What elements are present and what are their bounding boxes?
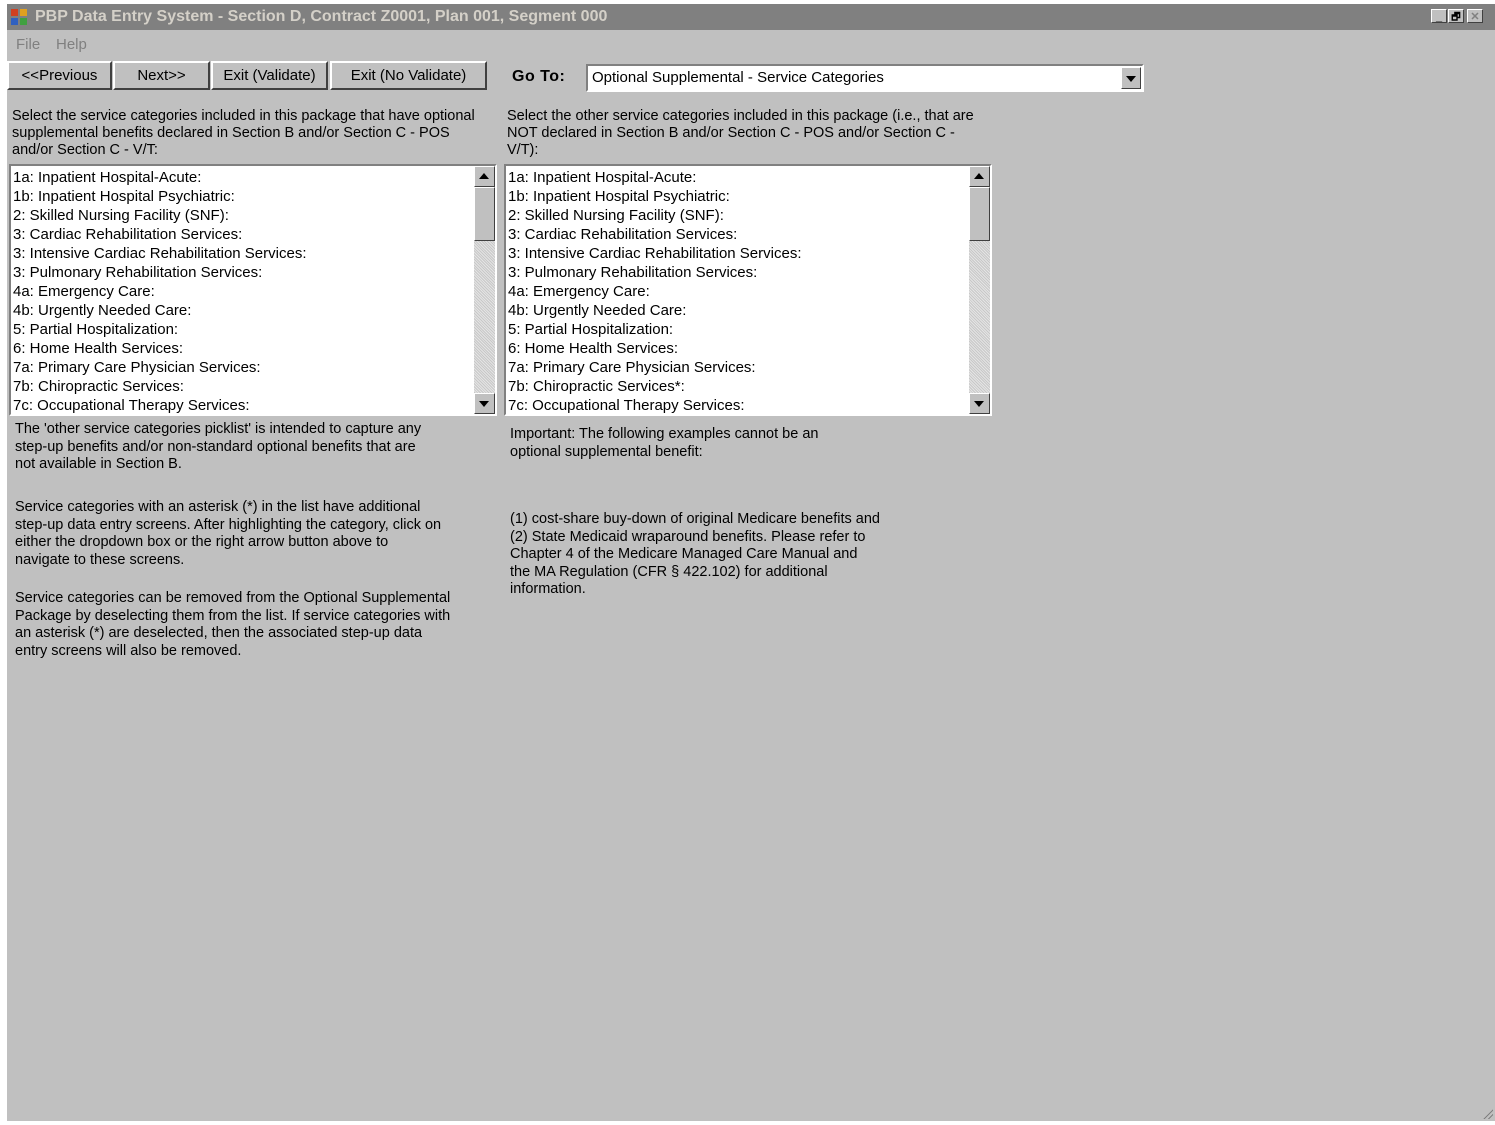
next-button[interactable]: Next>> <box>113 61 210 90</box>
right-instruction: Select the other service categories incl… <box>507 108 974 158</box>
scroll-thumb[interactable] <box>969 187 990 241</box>
chevron-down-icon <box>1126 76 1136 82</box>
arrow-down-icon <box>974 401 984 407</box>
list-item[interactable]: 7b: Chiropractic Services*: <box>508 377 801 396</box>
resize-grip-icon[interactable] <box>1481 1107 1493 1119</box>
list-item[interactable]: 1b: Inpatient Hospital Psychiatric: <box>13 187 306 206</box>
arrow-up-icon <box>479 173 489 179</box>
scroll-down-button[interactable] <box>474 393 495 414</box>
title-bar[interactable]: PBP Data Entry System - Section D, Contr… <box>7 4 1495 30</box>
list-item[interactable]: 3: Pulmonary Rehabilitation Services: <box>13 263 306 282</box>
scroll-up-button[interactable] <box>969 166 990 187</box>
note-asterisk: Service categories with an asterisk (*) … <box>15 499 442 568</box>
list-item[interactable]: 4a: Emergency Care: <box>508 282 801 301</box>
app-window: PBP Data Entry System - Section D, Contr… <box>7 4 1495 1121</box>
list-item[interactable]: 4a: Emergency Care: <box>13 282 306 301</box>
scroll-up-button[interactable] <box>474 166 495 187</box>
close-icon: ✕ <box>1470 11 1480 23</box>
list-item[interactable]: 3: Intensive Cardiac Rehabilitation Serv… <box>13 244 306 263</box>
list-item[interactable]: 2: Skilled Nursing Facility (SNF): <box>508 206 801 225</box>
note-picklist: The 'other service categories picklist' … <box>15 421 422 472</box>
goto-selected-value: Optional Supplemental - Service Categori… <box>592 69 884 86</box>
goto-dropdown[interactable]: Optional Supplemental - Service Categori… <box>586 64 1144 92</box>
list-item[interactable]: 3: Cardiac Rehabilitation Services: <box>13 225 306 244</box>
right-scrollbar[interactable] <box>969 166 990 414</box>
previous-button[interactable]: <<Previous <box>7 61 112 90</box>
goto-label: Go To: <box>512 68 566 85</box>
left-service-listbox[interactable]: 1a: Inpatient Hospital-Acute: 1b: Inpati… <box>9 164 497 416</box>
list-item[interactable]: 3: Cardiac Rehabilitation Services: <box>508 225 801 244</box>
window-title: PBP Data Entry System - Section D, Contr… <box>35 8 608 25</box>
list-item[interactable]: 7a: Primary Care Physician Services: <box>508 358 801 377</box>
scroll-down-button[interactable] <box>969 393 990 414</box>
app-icon <box>11 9 27 25</box>
arrow-up-icon <box>974 173 984 179</box>
list-item[interactable]: 1a: Inpatient Hospital-Acute: <box>508 168 801 187</box>
list-item[interactable]: 7a: Primary Care Physician Services: <box>13 358 306 377</box>
left-instruction: Select the service categories included i… <box>12 108 475 158</box>
list-item[interactable]: 7c: Occupational Therapy Services: <box>508 396 801 414</box>
list-item[interactable]: 4b: Urgently Needed Care: <box>508 301 801 320</box>
goto-dropdown-button[interactable] <box>1121 67 1141 89</box>
right-service-listbox[interactable]: 1a: Inpatient Hospital-Acute: 1b: Inpati… <box>504 164 992 416</box>
list-item[interactable]: 5: Partial Hospitalization: <box>13 320 306 339</box>
list-item[interactable]: 3: Intensive Cardiac Rehabilitation Serv… <box>508 244 801 263</box>
list-item[interactable]: 6: Home Health Services: <box>13 339 306 358</box>
list-item[interactable]: 7c: Occupational Therapy Services: <box>13 396 306 414</box>
list-item[interactable]: 2: Skilled Nursing Facility (SNF): <box>13 206 306 225</box>
menu-help[interactable]: Help <box>56 36 87 53</box>
list-item[interactable]: 1a: Inpatient Hospital-Acute: <box>13 168 306 187</box>
list-item[interactable]: 6: Home Health Services: <box>508 339 801 358</box>
list-item[interactable]: 4b: Urgently Needed Care: <box>13 301 306 320</box>
list-item[interactable]: 5: Partial Hospitalization: <box>508 320 801 339</box>
exit-validate-button[interactable]: Exit (Validate) <box>211 61 328 90</box>
arrow-down-icon <box>479 401 489 407</box>
close-button[interactable]: ✕ <box>1467 9 1483 23</box>
minimize-button[interactable]: _ <box>1431 9 1447 23</box>
restore-button[interactable]: 🗗 <box>1448 9 1464 23</box>
exit-no-validate-button[interactable]: Exit (No Validate) <box>330 61 487 90</box>
left-scrollbar[interactable] <box>474 166 495 414</box>
important-note: Important: The following examples cannot… <box>510 426 819 460</box>
list-item[interactable]: 3: Pulmonary Rehabilitation Services: <box>508 263 801 282</box>
note-deselect: Service categories can be removed from t… <box>15 590 451 659</box>
list-item[interactable]: 1b: Inpatient Hospital Psychiatric: <box>508 187 801 206</box>
list-item[interactable]: 7b: Chiropractic Services: <box>13 377 306 396</box>
scroll-thumb[interactable] <box>474 187 495 241</box>
examples-note: (1) cost-share buy-down of original Medi… <box>510 511 880 597</box>
menu-file[interactable]: File <box>16 36 40 53</box>
minimize-icon: _ <box>1435 11 1443 23</box>
restore-icon: 🗗 <box>1451 12 1461 23</box>
